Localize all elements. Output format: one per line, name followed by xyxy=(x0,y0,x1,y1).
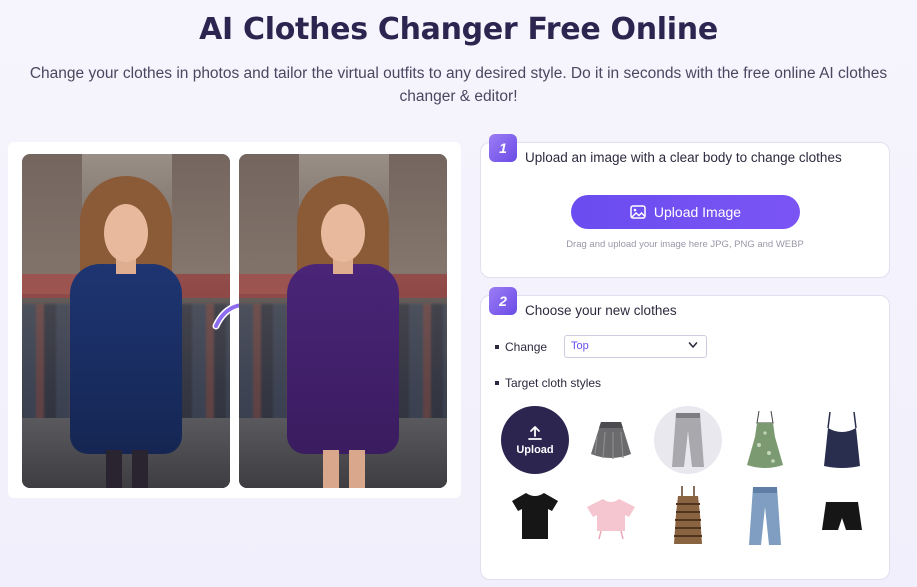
change-option-row: Change xyxy=(495,340,547,354)
target-styles-row: Target cloth styles xyxy=(495,376,601,390)
cloth-black-tshirt[interactable] xyxy=(501,482,569,550)
chevron-down-icon xyxy=(688,342,698,348)
green-floral-dress-icon xyxy=(747,410,783,468)
cloth-gray-skirt[interactable] xyxy=(577,406,645,474)
upload-image-label: Upload Image xyxy=(653,204,742,220)
step-badge-2: 2 xyxy=(489,287,517,315)
image-icon xyxy=(630,205,646,219)
upload-cloth-tile[interactable]: Upload xyxy=(501,406,569,474)
upload-step-card: 1 Upload an image with a clear body to c… xyxy=(480,134,890,278)
drag-upload-hint: Drag and upload your image here JPG, PNG… xyxy=(566,239,804,250)
navy-camisole-icon xyxy=(824,411,860,468)
bullet-icon xyxy=(495,345,499,349)
before-photo xyxy=(22,154,230,488)
page-title: AI Clothes Changer Free Online xyxy=(199,12,718,47)
target-styles-label: Target cloth styles xyxy=(505,376,602,390)
bullet-icon xyxy=(495,381,499,385)
change-select-value: Top xyxy=(571,340,589,352)
after-photo xyxy=(239,154,447,488)
upload-tile-label: Upload xyxy=(516,443,554,456)
clothes-step-card: 2 Choose your new clothes Change Top Tar… xyxy=(480,287,890,580)
cloth-pink-crop-top[interactable] xyxy=(577,482,645,550)
gray-pants-icon xyxy=(672,413,704,467)
blue-jeans-icon xyxy=(749,487,781,545)
upload-icon xyxy=(528,425,542,440)
black-tshirt-icon xyxy=(512,493,558,539)
striped-dress-icon xyxy=(674,486,702,544)
page-subtitle: Change your clothes in photos and tailor… xyxy=(29,65,888,105)
cloth-blue-jeans[interactable] xyxy=(731,482,799,550)
cloth-navy-camisole[interactable] xyxy=(808,406,876,474)
upload-image-button[interactable]: Upload Image xyxy=(571,195,800,229)
before-after-preview xyxy=(8,142,461,498)
pink-crop-top-icon xyxy=(587,499,635,540)
change-label: Change xyxy=(505,340,548,354)
clothes-step-title: Choose your new clothes xyxy=(525,303,677,318)
gray-skirt-icon xyxy=(591,422,631,459)
change-select[interactable]: Top xyxy=(564,335,707,358)
cloth-gray-pants[interactable] xyxy=(654,406,722,474)
upload-step-title: Upload an image with a clear body to cha… xyxy=(525,150,842,165)
cloth-striped-dress[interactable] xyxy=(654,482,722,550)
cloth-green-floral-dress[interactable] xyxy=(731,406,799,474)
black-shorts-icon xyxy=(822,502,862,530)
step-badge-1: 1 xyxy=(489,134,517,162)
cloth-black-shorts[interactable] xyxy=(808,482,876,550)
